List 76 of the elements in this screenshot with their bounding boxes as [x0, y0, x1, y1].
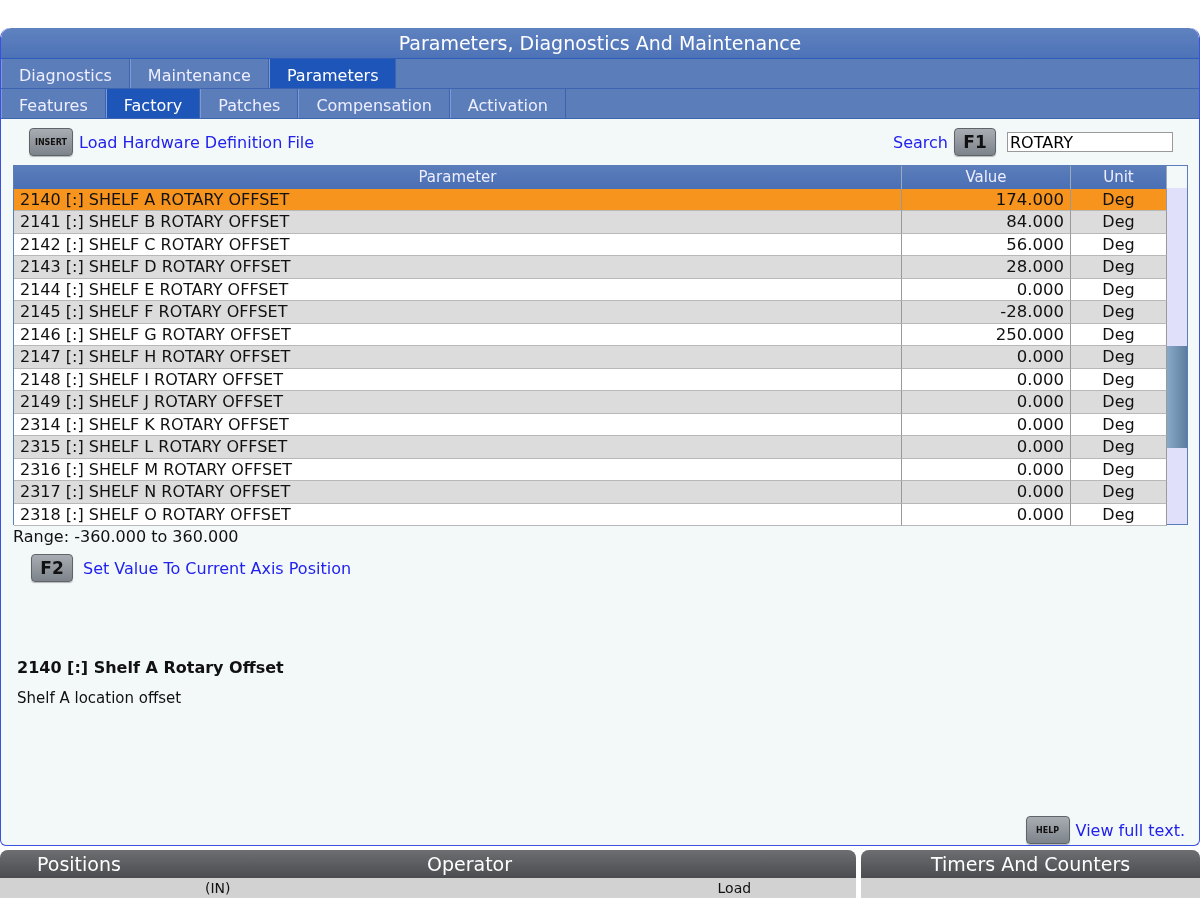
scrollbar-thumb[interactable]: [1167, 346, 1187, 448]
parameter-cell[interactable]: 2142 [:] SHELF C ROTARY OFFSET: [14, 233, 902, 256]
tab[interactable]: Activation: [449, 89, 566, 118]
parameter-description: Shelf A location offset: [17, 689, 183, 707]
f2-key-button[interactable]: F2: [31, 554, 73, 582]
parameter-cell[interactable]: 2149 [:] SHELF J ROTARY OFFSET: [14, 391, 902, 414]
parameter-cell[interactable]: 2143 [:] SHELF D ROTARY OFFSET: [14, 256, 902, 279]
value-cell[interactable]: 0.000: [902, 503, 1071, 526]
parameter-cell[interactable]: 2140 [:] SHELF A ROTARY OFFSET: [14, 188, 902, 211]
value-cell[interactable]: 84.000: [902, 211, 1071, 234]
f1-key-button[interactable]: F1: [954, 128, 996, 156]
unit-cell: Deg: [1071, 233, 1167, 256]
unit-cell: Deg: [1071, 436, 1167, 459]
parameter-cell[interactable]: 2144 [:] SHELF E ROTARY OFFSET: [14, 278, 902, 301]
value-cell[interactable]: 0.000: [902, 391, 1071, 414]
parameter-cell[interactable]: 2141 [:] SHELF B ROTARY OFFSET: [14, 211, 902, 234]
value-cell[interactable]: 28.000: [902, 256, 1071, 279]
value-cell[interactable]: 0.000: [902, 458, 1071, 481]
value-cell[interactable]: 0.000: [902, 481, 1071, 504]
value-cell[interactable]: 250.000: [902, 323, 1071, 346]
panel-title: Positions: [37, 853, 121, 875]
unit-cell: Deg: [1071, 278, 1167, 301]
column-header[interactable]: Parameter: [14, 166, 902, 189]
load-file-link[interactable]: Load Hardware Definition File: [79, 132, 315, 152]
value-cell[interactable]: 0.000: [902, 413, 1071, 436]
parameter-cell[interactable]: 2147 [:] SHELF H ROTARY OFFSET: [14, 346, 902, 369]
column-label: (IN): [205, 879, 231, 897]
window-title: Parameters, Diagnostics And Maintenance: [1, 28, 1199, 59]
value-cell[interactable]: 56.000: [902, 233, 1071, 256]
unit-cell: Deg: [1071, 503, 1167, 526]
tab[interactable]: Maintenance: [129, 59, 269, 88]
unit-cell: Deg: [1071, 391, 1167, 414]
search-label: Search: [893, 132, 948, 152]
tab[interactable]: Compensation: [298, 89, 450, 118]
search-field[interactable]: ROTARY: [1007, 132, 1173, 152]
parameter-cell[interactable]: 2314 [:] SHELF K ROTARY OFFSET: [14, 413, 902, 436]
unit-cell: Deg: [1071, 413, 1167, 436]
value-cell[interactable]: 0.000: [902, 368, 1071, 391]
scrollbar[interactable]: [1167, 188, 1187, 524]
column-header[interactable]: Value: [902, 166, 1071, 189]
value-cell[interactable]: 174.000: [902, 188, 1071, 211]
value-cell[interactable]: 0.000: [902, 278, 1071, 301]
tab[interactable]: Diagnostics: [1, 59, 130, 88]
parameter-cell[interactable]: 2148 [:] SHELF I ROTARY OFFSET: [14, 368, 902, 391]
parameter-cell[interactable]: 2318 [:] SHELF O ROTARY OFFSET: [14, 503, 902, 526]
insert-key-button[interactable]: INSERT: [29, 128, 73, 156]
column-label: Load: [717, 879, 752, 897]
unit-cell: Deg: [1071, 301, 1167, 324]
value-cell[interactable]: -28.000: [902, 301, 1071, 324]
value-cell[interactable]: 0.000: [902, 436, 1071, 459]
unit-cell: Deg: [1071, 256, 1167, 279]
unit-cell: Deg: [1071, 458, 1167, 481]
unit-cell: Deg: [1071, 481, 1167, 504]
parameter-cell[interactable]: 2316 [:] SHELF M ROTARY OFFSET: [14, 458, 902, 481]
tab[interactable]: Patches: [200, 89, 299, 118]
unit-cell: Deg: [1071, 188, 1167, 211]
parameter-cell[interactable]: 2315 [:] SHELF L ROTARY OFFSET: [14, 436, 902, 459]
unit-cell: Deg: [1071, 346, 1167, 369]
parameter-cell[interactable]: 2317 [:] SHELF N ROTARY OFFSET: [14, 481, 902, 504]
parameter-cell[interactable]: 2145 [:] SHELF F ROTARY OFFSET: [14, 301, 902, 324]
column-header[interactable]: Unit: [1071, 166, 1167, 189]
tab[interactable]: Factory: [105, 89, 201, 118]
unit-cell: Deg: [1071, 323, 1167, 346]
tab[interactable]: Parameters: [268, 59, 397, 88]
tab[interactable]: Features: [1, 89, 106, 118]
help-key-button[interactable]: HELP: [1025, 816, 1070, 844]
unit-cell: Deg: [1071, 368, 1167, 391]
parameter-cell[interactable]: 2146 [:] SHELF G ROTARY OFFSET: [14, 323, 902, 346]
range-text: Range: -360.000 to 360.000: [13, 527, 240, 546]
unit-cell: Deg: [1071, 211, 1167, 234]
panel-title: Timers And Counters: [930, 853, 1131, 875]
panel-subtitle: Operator: [427, 853, 513, 875]
view-full-text-link[interactable]: View full text.: [1075, 820, 1185, 840]
set-value-link[interactable]: Set Value To Current Axis Position: [83, 558, 352, 578]
value-cell[interactable]: 0.000: [902, 346, 1071, 369]
parameter-title: 2140 [:] Shelf A Rotary Offset: [17, 658, 285, 677]
